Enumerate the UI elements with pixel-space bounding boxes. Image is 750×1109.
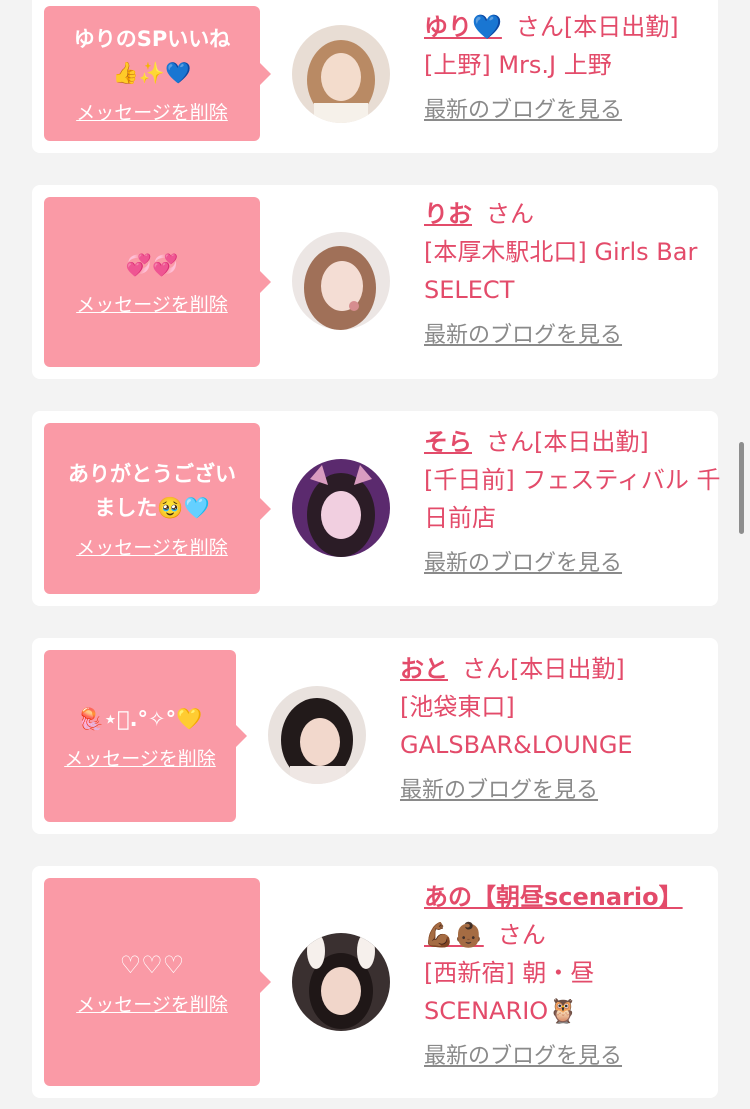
- message-bubble: 💞💞 メッセージを削除: [44, 197, 271, 367]
- shop-name: [西新宿] 朝・昼 SCENARIO🦉: [424, 959, 595, 1025]
- honorific: さん: [462, 655, 510, 683]
- girl-info: ゆり💙 さん[本日出勤] [上野] Mrs.J 上野 最新のブログを見る: [424, 8, 712, 130]
- latest-blog-link[interactable]: 最新のブログを見る: [424, 545, 724, 583]
- scrollbar[interactable]: [739, 442, 744, 534]
- favorite-card: 🪼⋆͛.°✧°💛 メッセージを削除 おと さん[本日出勤] [池袋東口] GALS…: [32, 638, 718, 834]
- status-badge: [本日出勤]: [563, 13, 679, 41]
- shop-name: [池袋東口] GALSBAR&LOUNGE: [400, 693, 633, 759]
- avatar[interactable]: [268, 686, 366, 784]
- girl-name-link[interactable]: おと: [400, 655, 448, 683]
- favorite-card: 💞💞 メッセージを削除 りお さん [本厚木駅北口] Girls Bar SELE…: [32, 185, 718, 379]
- status-badge: [本日出勤]: [534, 428, 649, 456]
- message-text: 🪼⋆͛.°✧°💛: [77, 706, 203, 731]
- message-bubble: 🪼⋆͛.°✧°💛 メッセージを削除: [44, 650, 247, 822]
- honorific: さん: [486, 428, 534, 456]
- latest-blog-link[interactable]: 最新のブログを見る: [424, 317, 724, 355]
- girl-info: おと さん[本日出勤] [池袋東口] GALSBAR&LOUNGE 最新のブログを…: [400, 650, 712, 810]
- avatar[interactable]: [292, 933, 390, 1031]
- shop-name: [千日前] フェスティバル 千日前店: [424, 466, 721, 532]
- status-badge: [本日出勤]: [510, 655, 625, 683]
- message-bubble: ゆりのSPいいね 👍✨💙 メッセージを削除: [44, 6, 271, 141]
- girl-name-link[interactable]: ゆり💙: [424, 13, 502, 41]
- girl-info: りお さん [本厚木駅北口] Girls Bar SELECT 最新のブログを見る: [424, 195, 724, 355]
- message-text: 💞💞: [125, 252, 179, 277]
- avatar[interactable]: [292, 459, 390, 557]
- delete-message-link[interactable]: メッセージを削除: [76, 533, 228, 560]
- message-bubble: ありがとうござい ました🥹🩵 メッセージを削除: [44, 423, 271, 594]
- honorific: さん: [486, 200, 534, 228]
- delete-message-link[interactable]: メッセージを削除: [76, 990, 228, 1017]
- honorific: さん: [497, 921, 546, 949]
- shop-name: [本厚木駅北口] Girls Bar SELECT: [424, 238, 698, 304]
- delete-message-link[interactable]: メッセージを削除: [76, 290, 228, 317]
- latest-blog-link[interactable]: 最新のブログを見る: [400, 772, 712, 810]
- girl-name-link[interactable]: りお: [424, 200, 472, 228]
- shop-name: [上野] Mrs.J 上野: [424, 51, 612, 79]
- avatar[interactable]: [292, 232, 390, 330]
- message-text: ありがとうござい ました🥹🩵: [68, 462, 236, 520]
- avatar[interactable]: [292, 25, 390, 123]
- girl-info: そら さん[本日出勤] [千日前] フェスティバル 千日前店 最新のブログを見る: [424, 423, 724, 583]
- girl-name-link[interactable]: そら: [424, 428, 472, 456]
- delete-message-link[interactable]: メッセージを削除: [76, 98, 228, 125]
- latest-blog-link[interactable]: 最新のブログを見る: [424, 1038, 712, 1076]
- favorite-card: ゆりのSPいいね 👍✨💙 メッセージを削除 ゆり💙 さん[本日出勤] [上野] M…: [32, 0, 718, 153]
- favorite-card: ありがとうござい ました🥹🩵 メッセージを削除 そら さん[本日出勤] [千日前]…: [32, 411, 721, 606]
- latest-blog-link[interactable]: 最新のブログを見る: [424, 92, 712, 130]
- girl-name-link[interactable]: あの【朝昼scenario】💪🏾👶🏾: [424, 883, 683, 949]
- favorite-card: ♡♡♡ メッセージを削除 あの【朝昼scenario】💪🏾👶🏾 さん [西新宿] …: [32, 866, 718, 1098]
- honorific: さん: [515, 13, 564, 41]
- delete-message-link[interactable]: メッセージを削除: [64, 744, 216, 771]
- message-text: ゆりのSPいいね 👍✨💙: [73, 27, 231, 85]
- message-bubble: ♡♡♡ メッセージを削除: [44, 878, 271, 1086]
- girl-info: あの【朝昼scenario】💪🏾👶🏾 さん [西新宿] 朝・昼 SCENARIO🦉…: [424, 878, 712, 1076]
- message-text: ♡♡♡: [119, 950, 185, 979]
